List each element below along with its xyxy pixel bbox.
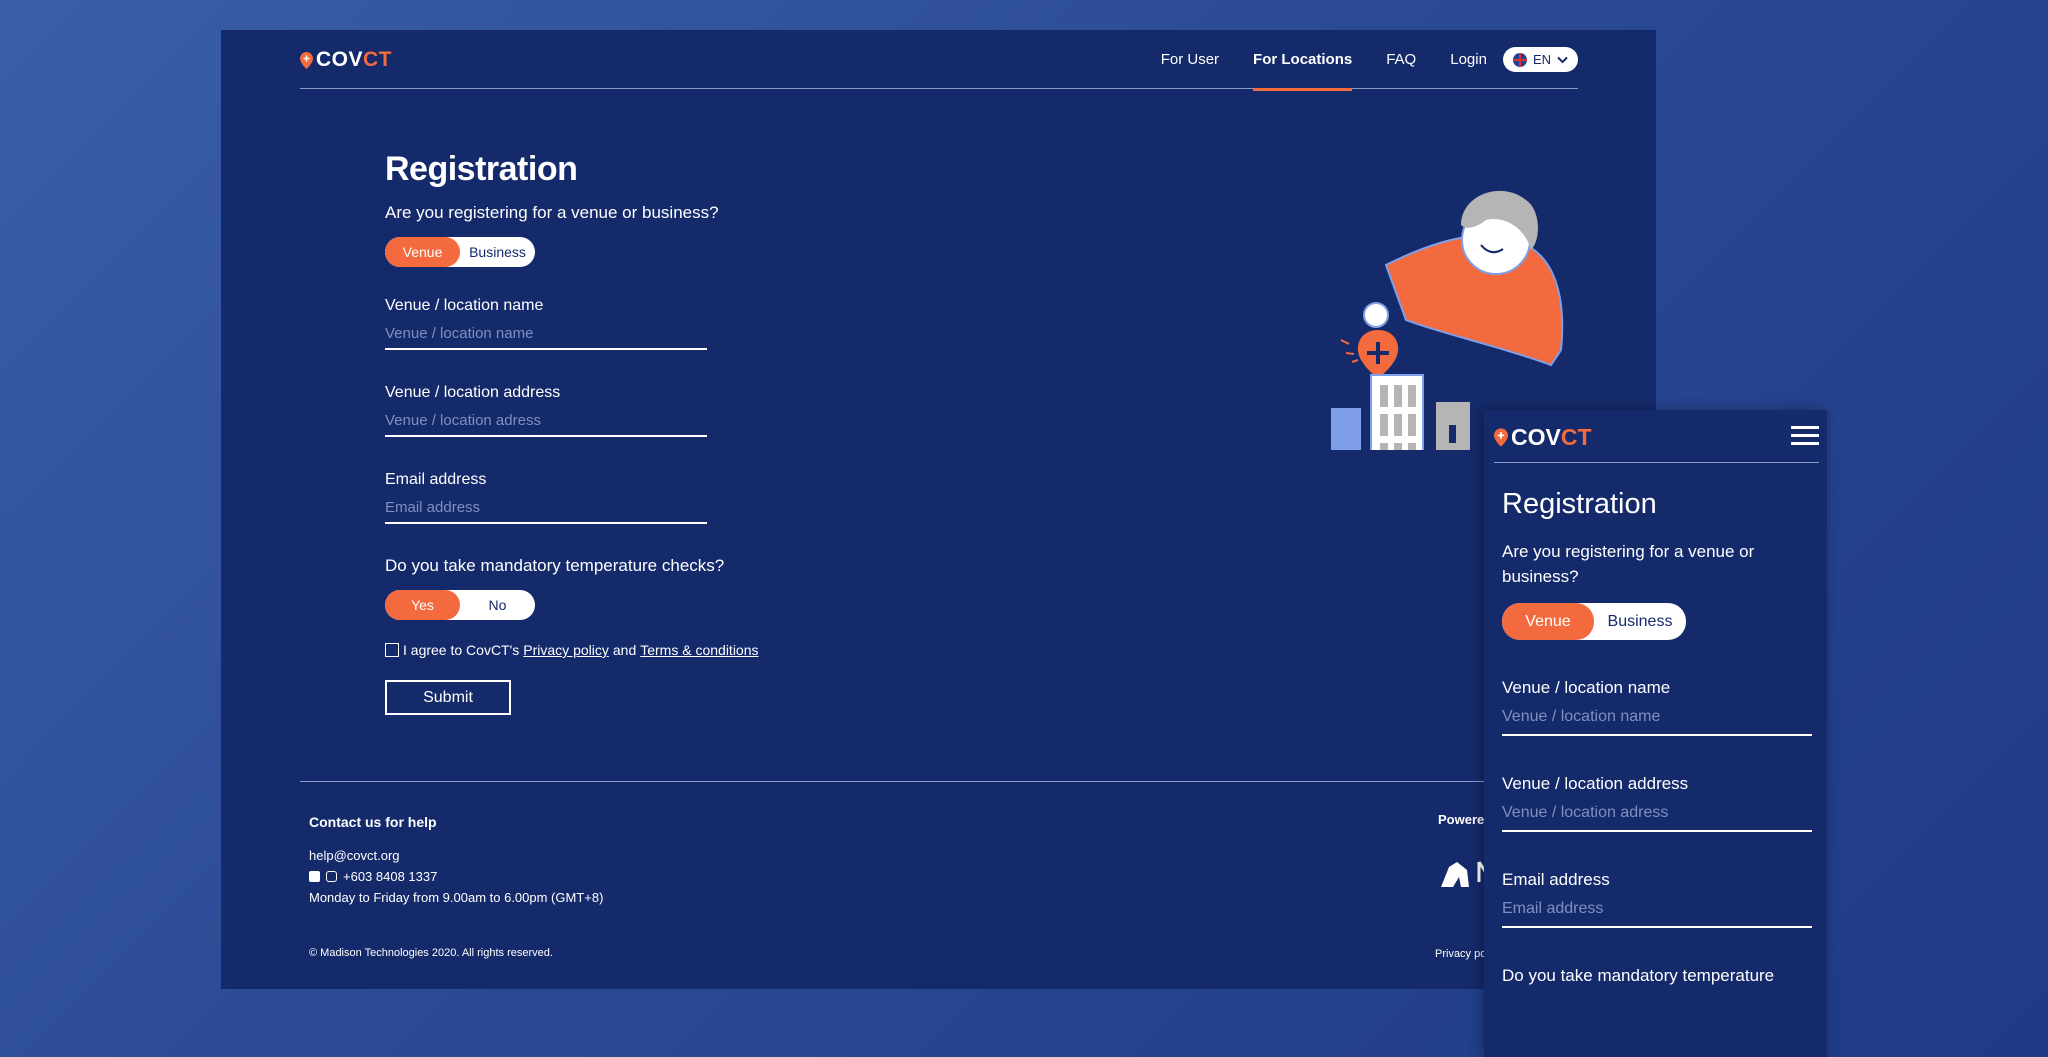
- mobile-business-option[interactable]: Business: [1594, 603, 1686, 640]
- mobile-email-field-group: Email address Email address: [1502, 870, 1812, 928]
- location-pin-icon: [1494, 428, 1508, 447]
- agree-text: I agree to CovCT's: [403, 642, 520, 658]
- mobile-view: COV CT Registration Are you registering f…: [1484, 410, 1827, 1057]
- mobile-temperature-question: Do you take mandatory temperature: [1502, 966, 1775, 985]
- contact-heading: Contact us for help: [309, 814, 437, 830]
- page-title: Registration: [385, 150, 578, 188]
- registration-illustration: [1331, 190, 1564, 450]
- phone-row: +603 8408 1337: [309, 866, 603, 887]
- contact-hours: Monday to Friday from 9.00am to 6.00pm (…: [309, 890, 604, 905]
- nav-for-locations[interactable]: For Locations: [1253, 44, 1353, 91]
- uk-flag-icon: [1512, 52, 1527, 67]
- logo-text-cov: COV: [316, 48, 364, 71]
- covct-logo[interactable]: COV CT: [300, 48, 392, 72]
- nav-faq[interactable]: FAQ: [1386, 44, 1416, 75]
- mobile-header: COV CT: [1494, 410, 1819, 463]
- nav-login[interactable]: Login: [1450, 44, 1487, 75]
- name-input[interactable]: Venue / location name: [385, 321, 707, 350]
- mobile-email-input[interactable]: Email address: [1502, 900, 1812, 928]
- mobile-name-label: Venue / location name: [1502, 678, 1671, 697]
- type-toggle: Venue Business: [385, 237, 535, 267]
- terms-link[interactable]: Terms & conditions: [640, 642, 758, 658]
- business-option[interactable]: Business: [460, 237, 535, 267]
- location-pin-icon: [300, 51, 313, 69]
- hamburger-menu-icon[interactable]: [1791, 426, 1819, 450]
- no-option[interactable]: No: [460, 590, 535, 620]
- mobile-logo-text-ct: CT: [1560, 424, 1592, 450]
- desktop-view: COV CT For User For Locations FAQ Login E…: [221, 30, 1656, 989]
- agreement-row: I agree to CovCT's Privacy policy and Te…: [385, 642, 785, 658]
- address-input[interactable]: Venue / location adress: [385, 408, 707, 437]
- mobile-address-field-group: Venue / location address Venue / locatio…: [1502, 774, 1812, 832]
- and-text: and: [612, 642, 637, 658]
- mobile-page-title: Registration: [1502, 488, 1657, 520]
- mobile-email-label: Email address: [1502, 870, 1610, 889]
- copyright: © Madison Technologies 2020. All rights …: [309, 947, 553, 959]
- mobile-logo-text-cov: COV: [1511, 424, 1561, 450]
- header: COV CT For User For Locations FAQ Login E…: [300, 30, 1578, 91]
- mobile-type-toggle: Venue Business: [1502, 603, 1686, 640]
- footer: Contact us for help help@covct.org +603 …: [300, 781, 1578, 960]
- temperature-question: Do you take mandatory temperature checks…: [385, 556, 725, 575]
- type-question: Are you registering for a venue or busin…: [385, 203, 719, 222]
- agree-checkbox[interactable]: [385, 643, 399, 657]
- name-label: Venue / location name: [385, 297, 544, 314]
- mobile-registration-form: Registration Are you registering for a v…: [1502, 488, 1812, 986]
- mobile-covct-logo[interactable]: COV CT: [1494, 424, 1592, 451]
- email-field-group: Email address Email address: [385, 471, 785, 524]
- name-field-group: Venue / location name Venue / location n…: [385, 297, 785, 350]
- mobile-venue-option[interactable]: Venue: [1502, 603, 1594, 640]
- address-field-group: Venue / location address Venue / locatio…: [385, 384, 785, 437]
- phone-icon: [309, 871, 320, 882]
- whatsapp-icon: [326, 871, 337, 882]
- language-selector[interactable]: EN: [1502, 47, 1578, 72]
- nav-for-user[interactable]: For User: [1161, 44, 1219, 75]
- email-input[interactable]: Email address: [385, 495, 707, 524]
- temperature-toggle: Yes No: [385, 590, 535, 620]
- venue-option[interactable]: Venue: [385, 237, 460, 267]
- email-label: Email address: [385, 471, 487, 488]
- mobile-address-label: Venue / location address: [1502, 774, 1689, 793]
- contact-email[interactable]: help@covct.org: [309, 845, 603, 866]
- contact-block: Contact us for help help@covct.org +603 …: [309, 812, 603, 908]
- language-label: EN: [1532, 52, 1551, 67]
- logo-text-ct: CT: [363, 48, 393, 71]
- main-nav: For User For Locations FAQ Login EN: [1127, 44, 1578, 91]
- submit-button[interactable]: Submit: [385, 680, 511, 715]
- contact-phone[interactable]: +603 8408 1337: [343, 866, 437, 887]
- yes-option[interactable]: Yes: [385, 590, 460, 620]
- chevron-down-icon: [1557, 56, 1568, 63]
- mobile-address-input[interactable]: Venue / location adress: [1502, 804, 1812, 832]
- registration-form: Registration Are you registering for a v…: [385, 150, 785, 715]
- address-label: Venue / location address: [385, 384, 561, 401]
- privacy-policy-link[interactable]: Privacy policy: [523, 642, 609, 658]
- mobile-name-field-group: Venue / location name Venue / location n…: [1502, 678, 1812, 736]
- mobile-type-question: Are you registering for a venue or busin…: [1502, 542, 1755, 586]
- mobile-name-input[interactable]: Venue / location name: [1502, 708, 1812, 736]
